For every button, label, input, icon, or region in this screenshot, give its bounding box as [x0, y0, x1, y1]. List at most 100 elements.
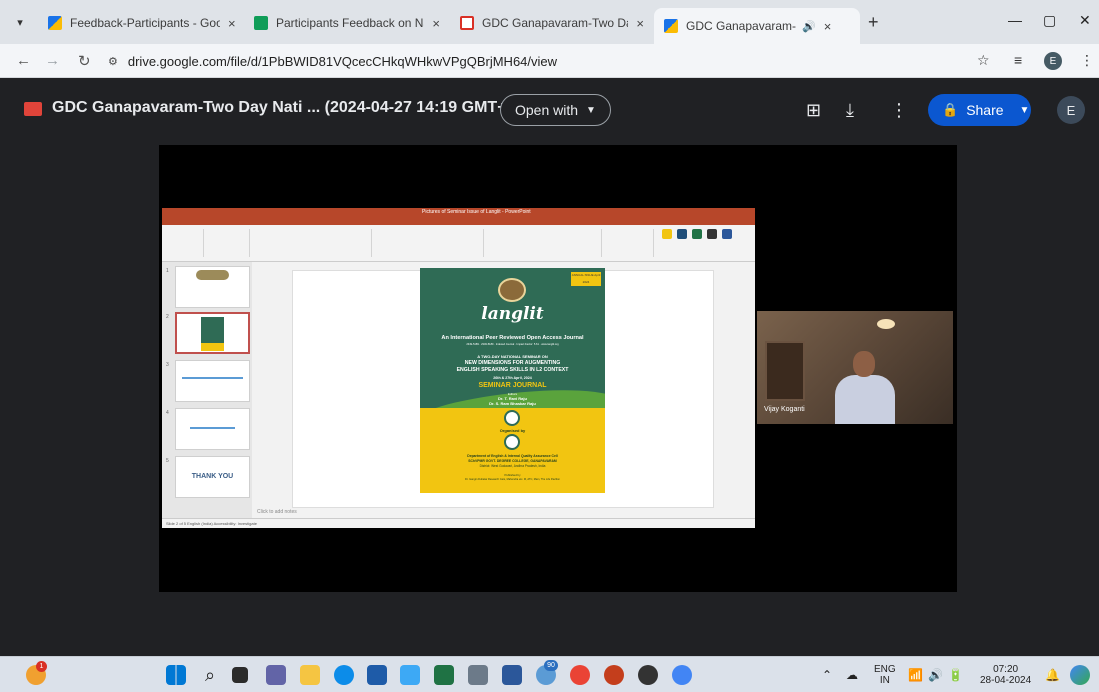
- tab-search-chevron-icon[interactable]: ▾: [8, 10, 32, 34]
- slide-thumbnail[interactable]: THANK YOU: [175, 456, 250, 498]
- tab-title: Participants Feedback on Natio: [276, 16, 424, 30]
- participant-body: [835, 375, 895, 424]
- whatsapp-icon[interactable]: 90: [536, 660, 558, 685]
- journal-subtitle: An International Peer Reviewed Open Acce…: [441, 335, 584, 341]
- caret-down-icon: ▼: [586, 104, 596, 116]
- tab-close-icon[interactable]: ×: [432, 16, 440, 31]
- show-hidden-icons-chevron-icon[interactable]: ⌃: [822, 668, 832, 682]
- thumb-line: [182, 377, 243, 379]
- input-language[interactable]: ENG IN: [874, 664, 896, 686]
- forward-arrow-icon[interactable]: →: [45, 52, 60, 69]
- close-window-button[interactable]: ✕: [1079, 12, 1091, 29]
- slide-thumbnail[interactable]: [175, 266, 250, 308]
- store-icon[interactable]: [367, 665, 387, 685]
- new-tab-button[interactable]: +: [868, 12, 879, 33]
- reload-icon[interactable]: ↻: [78, 52, 91, 70]
- chrome-profile-icon[interactable]: [672, 665, 692, 685]
- share-dropdown-icon[interactable]: ▼: [1020, 105, 1030, 116]
- maximize-button[interactable]: ▢: [1043, 12, 1056, 29]
- share-button[interactable]: 🔒 Share ▼: [928, 94, 1031, 126]
- tab-close-icon[interactable]: ×: [824, 19, 832, 34]
- powerpoint-screen-share: Pictures of Seminar Issue of Langlit - P…: [162, 208, 755, 528]
- copilot-icon[interactable]: [1070, 665, 1090, 685]
- obs-icon[interactable]: [638, 665, 658, 685]
- file-title: GDC Ganapavaram-Two Day Nati ... (2024-0…: [52, 99, 544, 116]
- camera-lamp: [877, 319, 895, 329]
- site-settings-icon[interactable]: ⚙: [108, 55, 118, 68]
- back-arrow-icon[interactable]: ←: [16, 52, 31, 69]
- reading-list-icon[interactable]: ≡: [1014, 52, 1022, 68]
- issn-line: 2349-5189 · 2349-5189 · Indexed Journal …: [466, 343, 559, 346]
- browser-menu-icon[interactable]: ⋮: [1080, 52, 1094, 69]
- thumb-image: [196, 270, 229, 280]
- more-actions-icon[interactable]: ⋮: [890, 100, 908, 121]
- search-icon[interactable]: ⌕: [200, 665, 220, 685]
- video-player[interactable]: Pictures of Seminar Issue of Langlit - P…: [159, 145, 957, 592]
- clock-date: 28-04-2024: [980, 675, 1032, 686]
- battery-icon[interactable]: 🔋: [948, 668, 963, 682]
- participant-head: [853, 351, 875, 377]
- weather-widget-icon[interactable]: 1: [26, 661, 47, 685]
- slide-thumbnail-pane: 1 2 3 4 5 THANK YOU: [162, 262, 252, 518]
- teams-icon[interactable]: [266, 665, 286, 685]
- chatgpt-icon: [677, 229, 687, 239]
- addin-icon: [662, 229, 672, 239]
- word-icon[interactable]: [502, 665, 522, 685]
- open-with-button[interactable]: Open with ▼: [500, 94, 611, 126]
- add-to-drive-icon[interactable]: ⊞: [806, 100, 821, 121]
- thumb-number: 3: [166, 362, 169, 368]
- seminar-heading: A TWO-DAY NATIONAL SEMINAR ON: [477, 354, 548, 359]
- tab-gdc-ganapavaram-active[interactable]: GDC Ganapavaram-Two Da 🔊 ×: [654, 8, 860, 44]
- ribbon-slides-group: [206, 229, 250, 257]
- chrome-icon[interactable]: [570, 665, 590, 685]
- network-app-icon[interactable]: [400, 665, 420, 685]
- windows-taskbar: 1 ⌕ 90 ⌃ ☁ ENG IN 📶 🔊 🔋 07:20 28-04-2024…: [0, 656, 1099, 692]
- volume-icon[interactable]: 🔊: [928, 668, 943, 682]
- clock[interactable]: 07:20 28-04-2024: [980, 664, 1031, 686]
- ppt-ribbon-tabs: [162, 218, 755, 225]
- tab-feedback-participants[interactable]: Feedback-Participants - Google ×: [38, 8, 246, 38]
- thumb-number: 2: [166, 314, 169, 320]
- ppt-status-bar: Slide 2 of 5 English (India) Accessibili…: [162, 518, 755, 528]
- url-omnibox[interactable]: ⚙ drive.google.com/file/d/1PbBWID81VQcec…: [108, 49, 1008, 73]
- onedrive-cloud-icon[interactable]: ☁: [846, 668, 858, 682]
- thumb-line: [190, 427, 235, 429]
- notifications-bell-icon[interactable]: 🔔: [1045, 668, 1060, 682]
- ppt-designer-icon: [722, 229, 732, 239]
- slide-thumbnail[interactable]: [175, 408, 250, 450]
- powerpoint-icon[interactable]: [604, 665, 624, 685]
- ppt-title-bar: Pictures of Seminar Issue of Langlit - P…: [162, 208, 755, 218]
- slide-thumbnail[interactable]: [175, 360, 250, 402]
- file-explorer-icon[interactable]: [300, 665, 320, 685]
- ai-icon: [692, 229, 702, 239]
- tab-close-icon[interactable]: ×: [636, 16, 644, 31]
- profile-avatar[interactable]: E: [1044, 52, 1062, 70]
- minimize-button[interactable]: —: [1008, 12, 1022, 28]
- participant-camera-tile: Vijay Koganti: [757, 311, 953, 424]
- audio-playing-icon[interactable]: 🔊: [802, 20, 816, 33]
- department-line: Department of English & Internal Quality…: [467, 454, 558, 458]
- account-avatar[interactable]: E: [1057, 96, 1085, 124]
- slide-thumbnail-selected[interactable]: [175, 312, 250, 354]
- college-emblem: [504, 434, 520, 450]
- viewer-header: GDC Ganapavaram-Two Day Nati ... (2024-0…: [0, 78, 1099, 140]
- tab-gmail[interactable]: GDC Ganapavaram-Two Day Na ×: [450, 8, 654, 38]
- seminar-dates: 26th & 27th April, 2024: [493, 376, 532, 380]
- url-text[interactable]: drive.google.com/file/d/1PbBWID81VQcecCH…: [128, 54, 557, 69]
- windows-start-icon[interactable]: [166, 665, 186, 685]
- task-view-icon[interactable]: [232, 667, 248, 683]
- calculator-icon[interactable]: [468, 665, 488, 685]
- tab-title: GDC Ganapavaram-Two Da: [686, 19, 796, 33]
- ribbon-editing-group: [604, 229, 654, 257]
- download-icon[interactable]: ⤓: [846, 100, 854, 121]
- tab-title: GDC Ganapavaram-Two Day Na: [482, 16, 628, 30]
- wifi-icon[interactable]: 📶: [908, 668, 923, 682]
- gslides-icon: [707, 229, 717, 239]
- edge-icon[interactable]: [334, 665, 354, 685]
- journal-cover-slide: ANNUAL ISSUE April 2024 langlit An Inter…: [420, 268, 605, 493]
- google-sheets-icon: [254, 16, 268, 30]
- bookmark-star-icon[interactable]: ☆: [977, 52, 990, 69]
- tab-close-icon[interactable]: ×: [228, 16, 236, 31]
- excel-icon[interactable]: [434, 665, 454, 685]
- tab-participants-feedback[interactable]: Participants Feedback on Natio ×: [244, 8, 450, 38]
